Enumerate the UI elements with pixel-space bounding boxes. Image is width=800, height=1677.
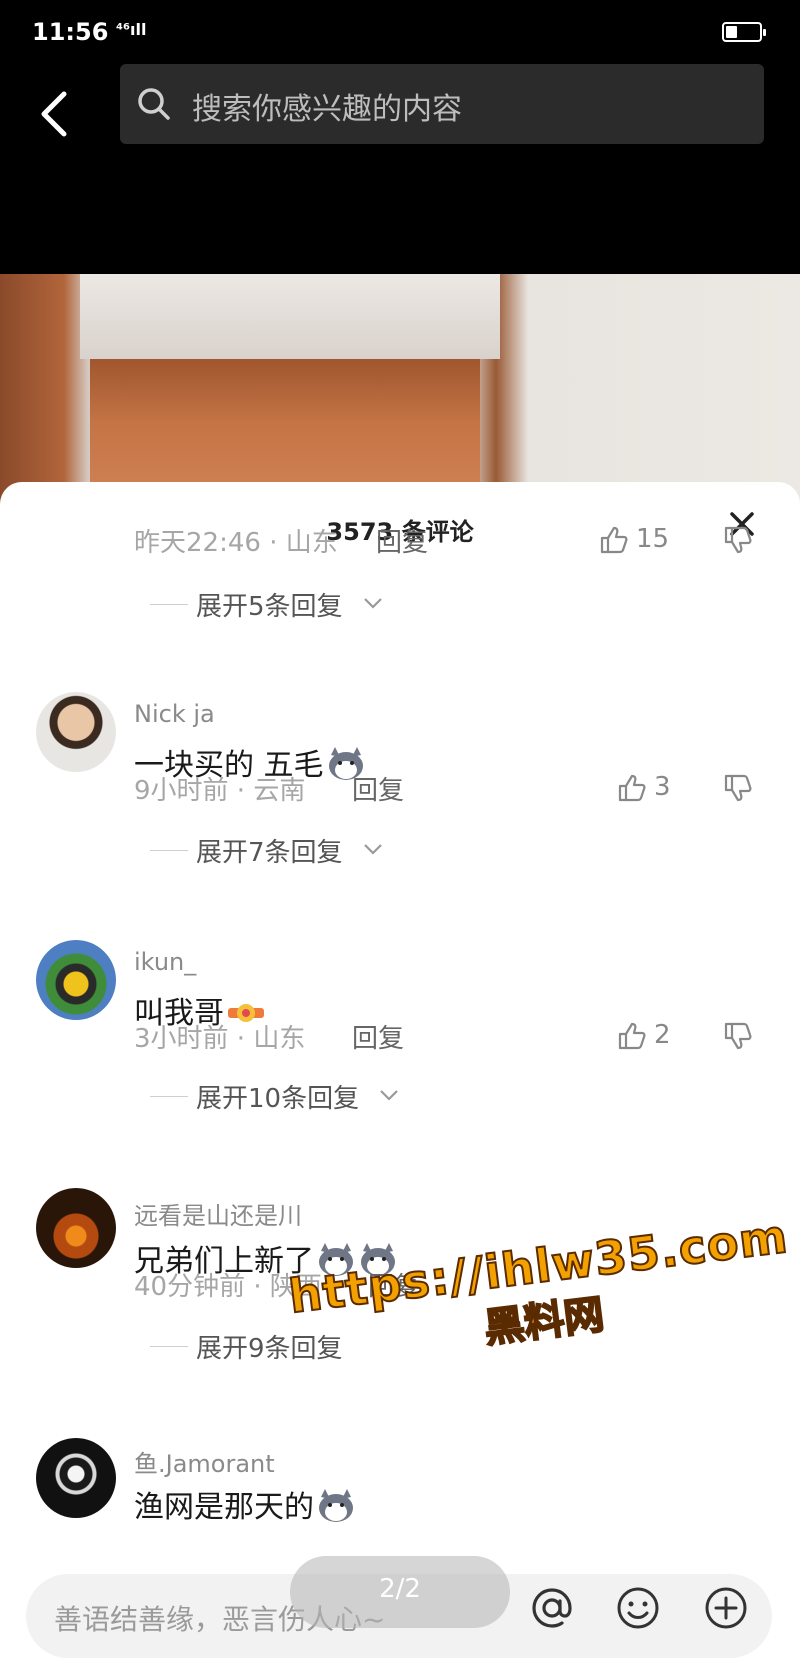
thumbs-up-icon bbox=[618, 774, 646, 802]
thumbs-down-icon[interactable] bbox=[722, 524, 754, 556]
comments-sheet: 3573 条评论 昨天22:46 · 山东 回复 15 展开5条回复 Nick … bbox=[0, 482, 800, 1677]
reply-button[interactable]: 回复 bbox=[376, 522, 428, 559]
comment-meta: 9小时前 · 云南 bbox=[134, 776, 306, 806]
expand-label: 展开9条回复 bbox=[196, 1334, 343, 1364]
avatar[interactable] bbox=[36, 692, 116, 772]
like-count: 2 bbox=[654, 1020, 671, 1050]
battery-icon bbox=[722, 22, 766, 42]
top-bar: 搜索你感兴趣的内容 bbox=[0, 64, 800, 274]
status-bar: 11:56 ⁴⁶ıll bbox=[0, 0, 800, 64]
username[interactable]: ikun_ bbox=[134, 948, 196, 976]
back-button[interactable] bbox=[30, 78, 80, 148]
like-count: 3 bbox=[654, 772, 671, 802]
at-icon[interactable] bbox=[528, 1584, 576, 1632]
search-input[interactable]: 搜索你感兴趣的内容 bbox=[120, 64, 764, 144]
username[interactable]: 远看是山还是川 bbox=[134, 1196, 302, 1231]
video-frame[interactable] bbox=[0, 274, 800, 514]
username[interactable]: 鱼.Jamorant bbox=[134, 1444, 275, 1479]
husky-emoji-icon bbox=[319, 1243, 353, 1276]
search-icon bbox=[138, 88, 170, 120]
expand-label: 展开5条回复 bbox=[196, 592, 343, 622]
comment-meta: 昨天22:46 · 山东 bbox=[134, 528, 338, 558]
husky-emoji-icon bbox=[319, 1489, 353, 1522]
search-placeholder: 搜索你感兴趣的内容 bbox=[192, 92, 462, 127]
reply-button[interactable]: 回复 bbox=[352, 1018, 404, 1055]
avatar[interactable] bbox=[36, 1188, 116, 1268]
expand-line bbox=[150, 604, 188, 605]
signal-icon: ⁴⁶ıll bbox=[116, 20, 147, 39]
thumbs-up-icon bbox=[600, 526, 628, 554]
avatar[interactable] bbox=[36, 940, 116, 1020]
thumbs-down-icon[interactable] bbox=[722, 1020, 754, 1052]
avatar[interactable] bbox=[36, 1438, 116, 1518]
expand-line bbox=[150, 850, 188, 851]
page-indicator: 2/2 bbox=[290, 1556, 510, 1628]
comment-meta: 3小时前 · 山东 bbox=[134, 1024, 306, 1054]
fade-mask bbox=[0, 1520, 800, 1556]
expand-line bbox=[150, 1346, 188, 1347]
video-ceiling bbox=[80, 274, 500, 359]
comment-meta: 40分钟前 · 陕西 bbox=[134, 1272, 322, 1302]
thumbs-down-icon[interactable] bbox=[722, 772, 754, 804]
chevron-down-icon bbox=[364, 844, 382, 855]
expand-line bbox=[150, 1096, 188, 1097]
smiley-icon[interactable] bbox=[614, 1584, 662, 1632]
chevron-left-icon bbox=[41, 91, 67, 137]
expand-label: 展开10条回复 bbox=[196, 1084, 360, 1114]
plus-circle-icon[interactable] bbox=[702, 1584, 750, 1632]
expand-label: 展开7条回复 bbox=[196, 838, 343, 868]
chevron-down-icon bbox=[380, 1090, 398, 1101]
thumbs-up-icon bbox=[618, 1022, 646, 1050]
battery-level bbox=[726, 26, 737, 38]
like-count: 15 bbox=[636, 524, 670, 554]
status-time: 11:56 bbox=[32, 18, 109, 46]
username[interactable]: Nick ja bbox=[134, 700, 215, 728]
reply-button[interactable]: 回复 bbox=[352, 770, 404, 807]
chevron-down-icon bbox=[364, 598, 382, 609]
reply-button[interactable]: 回复 bbox=[368, 1266, 420, 1303]
